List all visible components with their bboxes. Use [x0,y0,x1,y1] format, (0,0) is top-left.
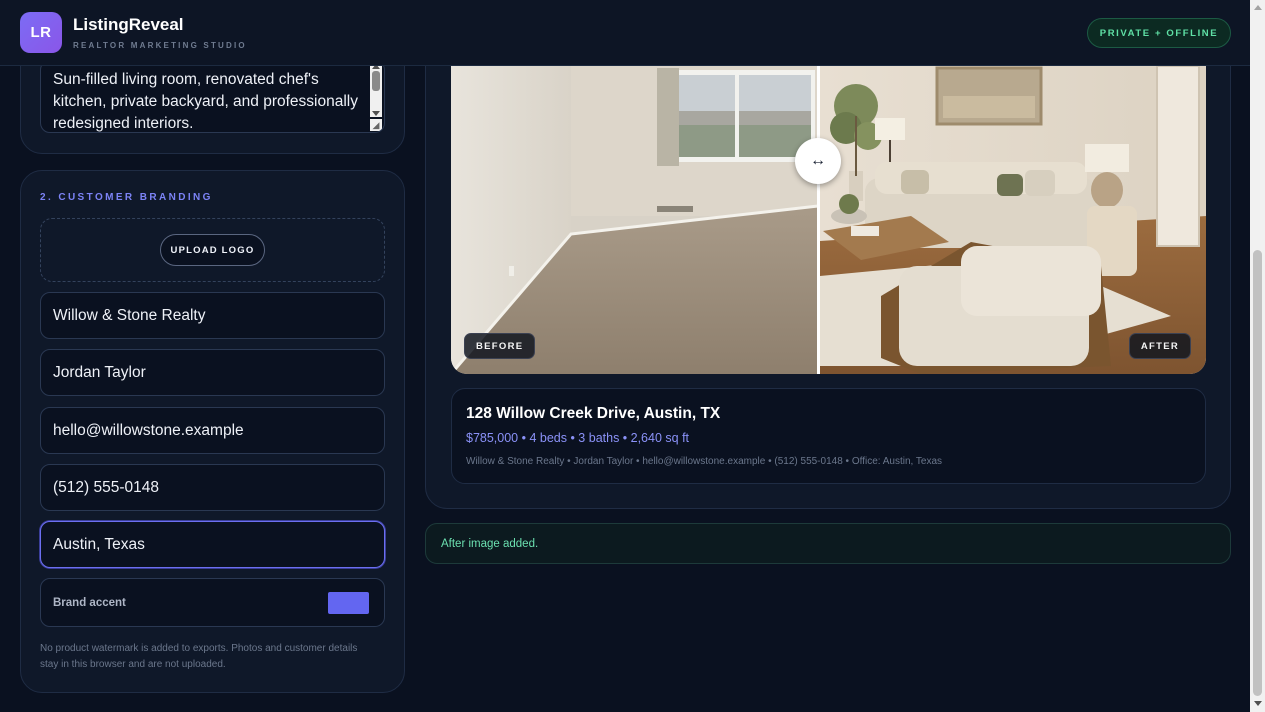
status-toast: After image added. [425,523,1231,564]
office-location-field[interactable]: Austin, Texas [40,521,385,568]
comparison-divider[interactable] [817,66,820,374]
before-label: BEFORE [464,333,536,359]
before-after-photo [451,66,1206,374]
app-logo: LR [20,12,62,53]
scroll-down-arrow-icon[interactable] [1254,701,1262,706]
app-header: LR ListingReveal REALTOR MARKETING STUDI… [0,0,1250,66]
privacy-note: No product watermark is added to exports… [40,643,358,670]
listing-specs: $785,000 • 4 beds • 3 baths • 2,640 sq f… [466,431,690,445]
listing-address: 128 Willow Creek Drive, Austin, TX [466,405,721,422]
agent-name-field[interactable]: Jordan Taylor [40,349,385,396]
textarea-scroll-down-icon[interactable] [372,111,380,116]
listing-description-text[interactable]: Sun-filled living room, renovated chef's… [53,69,363,132]
textarea-resize-handle-icon[interactable]: ◢ [370,119,382,131]
before-after-comparison[interactable]: ↔ BEFORE AFTER [451,66,1206,374]
brand-accent-label: Brand accent [53,597,126,609]
textarea-scroll-thumb[interactable] [372,71,380,91]
listing-contact-line: Willow & Stone Realty • Jordan Taylor • … [466,456,943,467]
after-label: AFTER [1128,333,1191,359]
customer-branding-title: 2. CUSTOMER BRANDING [40,192,213,203]
textarea-scrollbar[interactable] [370,63,382,117]
brand-accent-color-picker[interactable] [328,592,369,614]
privacy-status-badge: PRIVATE + OFFLINE [1087,18,1231,48]
listing-description-textarea[interactable]: Sun-filled living room, renovated chef's… [40,60,385,133]
page-scrollbar-thumb[interactable] [1253,250,1262,696]
app-tagline: REALTOR MARKETING STUDIO [73,41,247,50]
email-field[interactable]: hello@willowstone.example [40,407,385,454]
scroll-up-arrow-icon[interactable] [1254,5,1262,10]
brokerage-name-field[interactable]: Willow & Stone Realty [40,292,385,339]
app-name: ListingReveal [73,15,184,34]
phone-field[interactable]: (512) 555-0148 [40,464,385,511]
upload-logo-button[interactable]: UPLOAD LOGO [160,234,265,266]
comparison-drag-handle-icon[interactable]: ↔ [795,138,841,184]
brand-accent-row: Brand accent [40,578,385,627]
